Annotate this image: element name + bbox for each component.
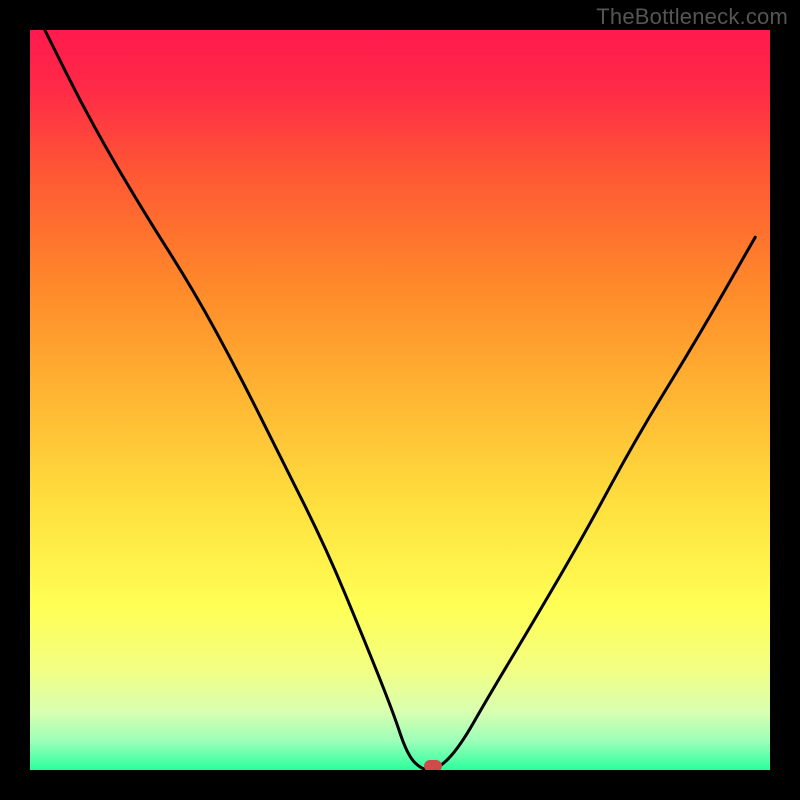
chart-frame: TheBottleneck.com [0,0,800,800]
gradient-background [30,30,770,770]
watermark-text: TheBottleneck.com [596,4,788,30]
optimal-point-marker [424,760,442,770]
plot-area [30,30,770,770]
